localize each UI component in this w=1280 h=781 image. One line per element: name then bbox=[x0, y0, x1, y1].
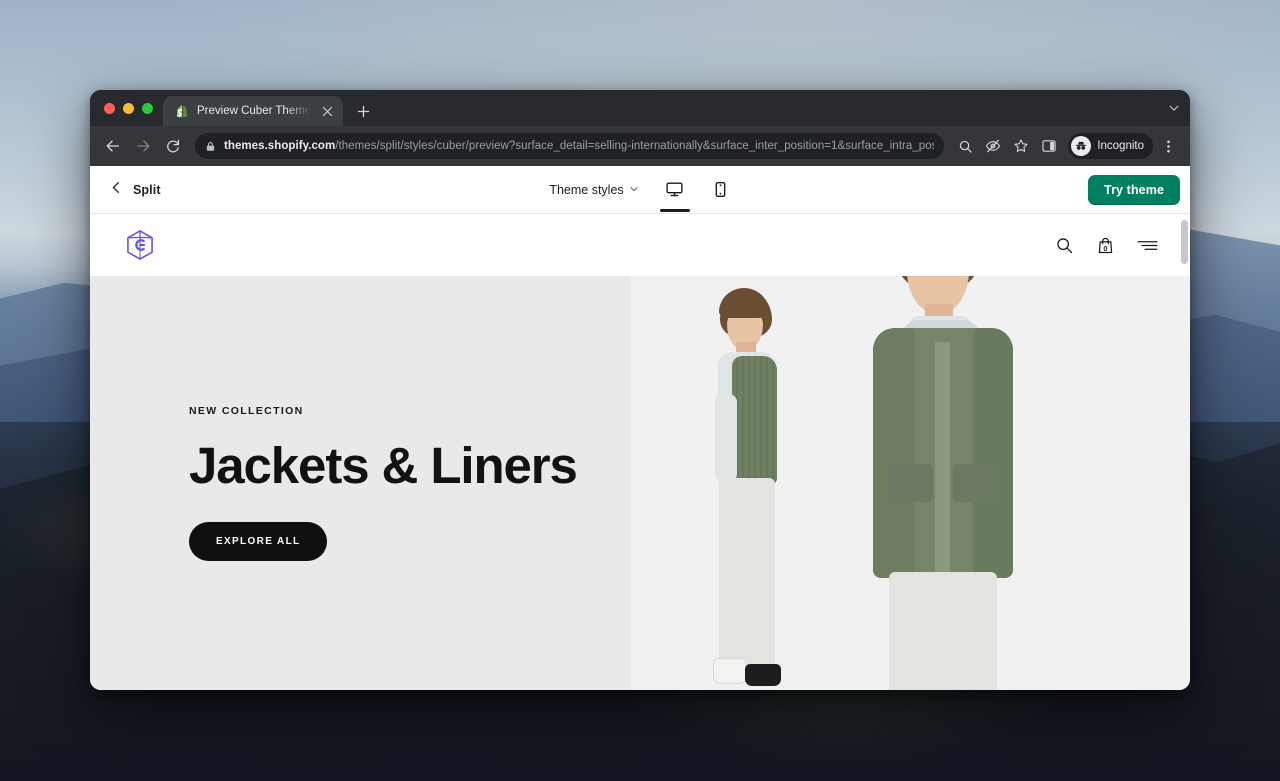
store-header-icons: 0 bbox=[1055, 236, 1158, 255]
shopify-bag-icon bbox=[174, 104, 189, 119]
browser-toolbar: themes.shopify.com/themes/split/styles/c… bbox=[90, 126, 1190, 166]
browser-tab[interactable]: Preview Cuber Theme - Split E bbox=[163, 96, 343, 126]
theme-preview-bar: Split Theme styles Try theme bbox=[90, 166, 1190, 214]
hero-image[interactable] bbox=[631, 276, 1190, 690]
shopping-bag-icon[interactable]: 0 bbox=[1096, 236, 1115, 255]
browser-tab-title: Preview Cuber Theme - Split E bbox=[197, 105, 311, 117]
active-device-indicator bbox=[659, 209, 690, 212]
try-theme-button[interactable]: Try theme bbox=[1088, 174, 1180, 205]
store-header: 0 bbox=[90, 214, 1190, 276]
model-back bbox=[693, 288, 803, 690]
browser-window: Preview Cuber Theme - Split E bbox=[90, 90, 1190, 690]
search-icon[interactable] bbox=[952, 133, 978, 159]
window-traffic-lights bbox=[102, 90, 163, 126]
mobile-view-button[interactable] bbox=[705, 168, 737, 212]
search-icon[interactable] bbox=[1055, 236, 1074, 255]
incognito-indicator[interactable]: Incognito bbox=[1068, 133, 1153, 159]
browser-tab-strip: Preview Cuber Theme - Split E bbox=[90, 90, 1190, 126]
desktop-monitor-icon bbox=[665, 180, 684, 204]
hero-section: NEW COLLECTION Jackets & Liners EXPLORE … bbox=[90, 276, 1190, 690]
page-viewport: Split Theme styles Try theme 0 NEW COLLE… bbox=[90, 166, 1190, 690]
window-maximize-button[interactable] bbox=[142, 102, 153, 114]
reload-icon[interactable] bbox=[159, 132, 187, 160]
preview-back-button[interactable]: Split bbox=[104, 177, 167, 203]
preview-center-controls: Theme styles bbox=[90, 166, 1190, 214]
incognito-label: Incognito bbox=[1097, 140, 1144, 152]
new-tab-button[interactable] bbox=[349, 97, 377, 125]
bookmark-star-icon[interactable] bbox=[1008, 133, 1034, 159]
incognito-avatar-icon bbox=[1071, 136, 1092, 156]
desktop-background: Preview Cuber Theme - Split E bbox=[0, 0, 1280, 781]
address-bar-url: themes.shopify.com/themes/split/styles/c… bbox=[224, 140, 934, 152]
close-icon[interactable] bbox=[319, 103, 335, 119]
hero-text-panel: NEW COLLECTION Jackets & Liners EXPLORE … bbox=[90, 276, 632, 690]
window-minimize-button[interactable] bbox=[123, 102, 134, 114]
scrollbar-thumb[interactable] bbox=[1181, 220, 1188, 264]
chevron-down-icon bbox=[629, 183, 639, 197]
tab-search-button[interactable] bbox=[1168, 90, 1190, 126]
tracking-protection-icon[interactable] bbox=[980, 133, 1006, 159]
lock-icon bbox=[205, 141, 216, 152]
arrow-back-icon[interactable] bbox=[99, 132, 127, 160]
hero-eyebrow: NEW COLLECTION bbox=[189, 404, 304, 417]
desktop-view-button[interactable] bbox=[659, 168, 691, 212]
model-front bbox=[855, 276, 1030, 690]
hamburger-menu-icon[interactable] bbox=[1137, 238, 1158, 253]
preview-theme-name: Split bbox=[133, 182, 161, 197]
address-bar[interactable]: themes.shopify.com/themes/split/styles/c… bbox=[195, 133, 945, 159]
kebab-menu-icon[interactable] bbox=[1155, 133, 1181, 159]
theme-styles-dropdown[interactable]: Theme styles bbox=[543, 178, 644, 202]
arrow-forward-icon[interactable] bbox=[129, 132, 157, 160]
theme-styles-label: Theme styles bbox=[549, 183, 624, 197]
chevron-left-icon bbox=[110, 181, 123, 199]
url-path: /themes/split/styles/cuber/preview?surfa… bbox=[335, 140, 934, 152]
mobile-phone-icon bbox=[711, 180, 730, 204]
cube-logo-icon[interactable] bbox=[122, 227, 158, 263]
window-close-button[interactable] bbox=[104, 102, 115, 114]
side-panel-icon[interactable] bbox=[1036, 133, 1062, 159]
url-host: themes.shopify.com bbox=[224, 140, 336, 152]
explore-all-button[interactable]: EXPLORE ALL bbox=[189, 522, 328, 562]
hero-title: Jackets & Liners bbox=[189, 436, 578, 494]
cart-item-count: 0 bbox=[1103, 243, 1108, 253]
store-preview: 0 NEW COLLECTION Jackets & Liners EXPLOR… bbox=[90, 214, 1190, 690]
page-scrollbar[interactable] bbox=[1181, 216, 1188, 688]
